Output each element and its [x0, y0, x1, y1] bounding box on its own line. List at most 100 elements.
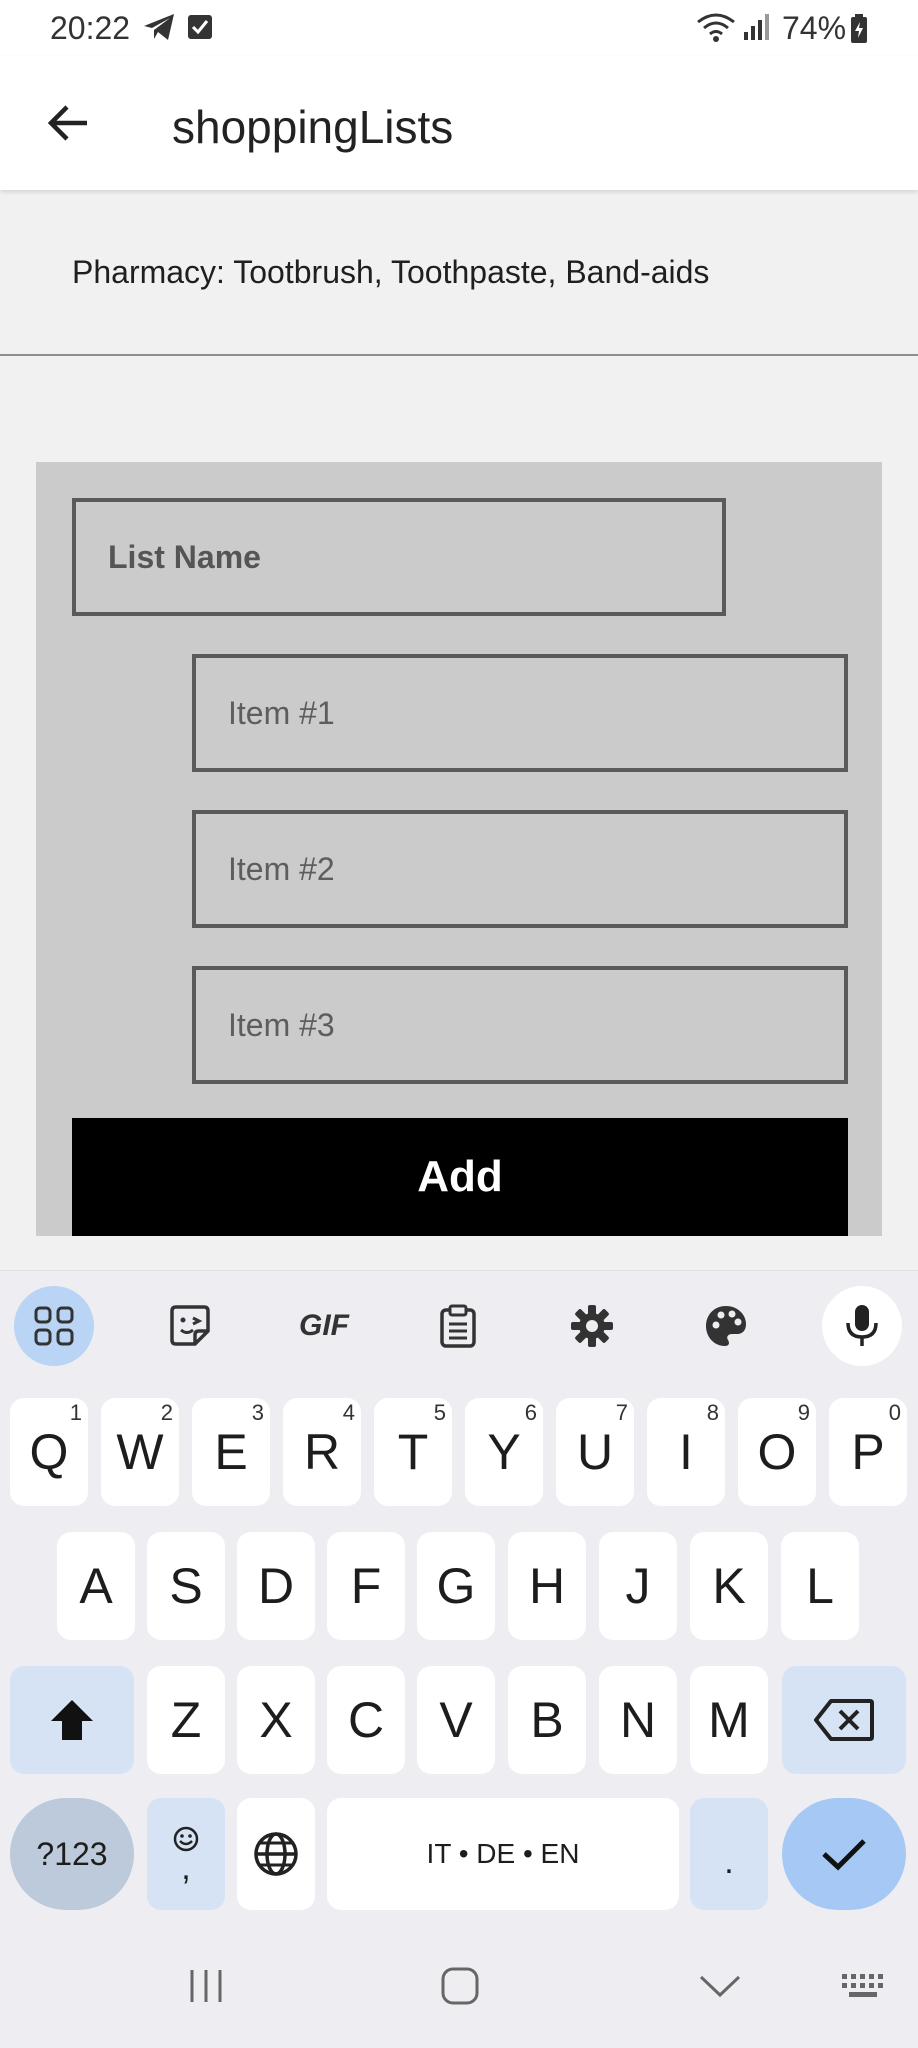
done-key[interactable] — [782, 1798, 906, 1910]
theme-button[interactable] — [686, 1286, 766, 1366]
mic-icon — [846, 1305, 878, 1346]
sticker-icon — [170, 1305, 210, 1346]
gif-button[interactable]: GIF — [284, 1286, 364, 1366]
recents-button[interactable] — [176, 1956, 236, 2016]
palette-icon — [706, 1306, 746, 1346]
key-hint: 2 — [160, 1400, 173, 1425]
add-button[interactable]: Add — [72, 1118, 848, 1236]
gear-icon — [571, 1305, 613, 1347]
new-list-form: Add — [36, 462, 882, 1236]
key-o[interactable]: O9 — [738, 1398, 816, 1506]
key-label: R — [303, 1424, 341, 1480]
clipboard-icon — [440, 1304, 476, 1348]
shift-key[interactable] — [10, 1666, 134, 1774]
status-bar: 20:22 74% — [0, 0, 918, 56]
key-a[interactable]: A — [57, 1532, 135, 1640]
key-label: U — [576, 1424, 614, 1480]
key-label: I — [679, 1424, 693, 1480]
key-label: W — [116, 1424, 164, 1480]
signal-icon — [742, 12, 774, 47]
language-key[interactable] — [237, 1798, 315, 1910]
status-time: 20:22 — [50, 10, 131, 46]
backspace-key[interactable] — [782, 1666, 906, 1774]
hide-keyboard-button[interactable] — [690, 1956, 750, 2016]
check-icon — [822, 1839, 866, 1871]
key-label: Q — [29, 1424, 69, 1480]
key-label: P — [851, 1424, 885, 1480]
key-x[interactable]: X — [237, 1666, 315, 1774]
home-button[interactable] — [430, 1956, 490, 2016]
key-v[interactable]: V — [417, 1666, 495, 1774]
app-bar: shoppingLists — [0, 56, 918, 190]
list-name-input[interactable] — [72, 498, 726, 616]
telegram-icon — [142, 12, 176, 47]
arrow-left-icon — [47, 105, 87, 141]
key-label: O — [757, 1424, 797, 1480]
key-hint: 6 — [524, 1400, 537, 1425]
key-hint: 3 — [251, 1400, 264, 1425]
symbols-key[interactable]: ?123 — [10, 1798, 134, 1910]
key-y[interactable]: Y6 — [465, 1398, 543, 1506]
space-bar[interactable]: IT • DE • EN — [327, 1798, 679, 1910]
key-j[interactable]: J — [599, 1532, 677, 1640]
recents-icon — [190, 1970, 222, 2002]
checkbox-icon — [186, 12, 214, 47]
key-label: T — [397, 1424, 429, 1480]
period-key[interactable]: . — [690, 1798, 768, 1910]
keyboard — [0, 1270, 918, 2048]
comma-label: , — [181, 1849, 191, 1887]
apps-grid-button[interactable] — [14, 1286, 94, 1366]
key-k[interactable]: K — [690, 1532, 768, 1640]
key-i[interactable]: I8 — [647, 1398, 725, 1506]
key-w[interactable]: W2 — [101, 1398, 179, 1506]
key-z[interactable]: Z — [147, 1666, 225, 1774]
key-t[interactable]: T5 — [374, 1398, 452, 1506]
page-title: shoppingLists — [172, 101, 454, 153]
back-chevron-icon — [699, 1975, 741, 1998]
key-hint: 0 — [888, 1400, 901, 1425]
key-n[interactable]: N — [599, 1666, 677, 1774]
item-2-input[interactable] — [192, 810, 848, 928]
key-label: E — [214, 1424, 248, 1480]
voice-input-button[interactable] — [822, 1286, 902, 1366]
key-s[interactable]: S — [147, 1532, 225, 1640]
sticker-button[interactable] — [150, 1286, 230, 1366]
key-f[interactable]: F — [327, 1532, 405, 1640]
key-e[interactable]: E3 — [192, 1398, 270, 1506]
key-hint: 9 — [797, 1400, 810, 1425]
emoji-comma-key[interactable]: , — [147, 1798, 225, 1910]
keyboard-icon — [842, 1974, 883, 1997]
key-p[interactable]: P0 — [829, 1398, 907, 1506]
key-u[interactable]: U7 — [556, 1398, 634, 1506]
key-hint: 1 — [69, 1400, 82, 1425]
globe-icon — [254, 1832, 298, 1876]
key-hint: 7 — [615, 1400, 628, 1425]
backspace-icon — [814, 1699, 874, 1741]
shift-icon — [51, 1700, 93, 1740]
key-l[interactable]: L — [781, 1532, 859, 1640]
key-hint: 8 — [706, 1400, 719, 1425]
clipboard-button[interactable] — [418, 1286, 498, 1366]
key-d[interactable]: D — [237, 1532, 315, 1640]
key-hint: 4 — [342, 1400, 355, 1425]
key-hint: 5 — [433, 1400, 446, 1425]
item-1-input[interactable] — [192, 654, 848, 772]
battery-percent: 74% — [782, 10, 847, 46]
list-item[interactable]: Pharmacy: Tootbrush, Toothpaste, Band-ai… — [0, 192, 918, 356]
apps-grid-icon — [34, 1306, 74, 1346]
home-icon — [441, 1967, 479, 2005]
key-q[interactable]: Q1 — [10, 1398, 88, 1506]
wifi-icon — [696, 12, 736, 47]
keyboard-switch-button[interactable] — [834, 1956, 894, 2016]
battery-icon — [850, 14, 868, 49]
key-g[interactable]: G — [417, 1532, 495, 1640]
item-3-input[interactable] — [192, 966, 848, 1084]
key-label: Y — [487, 1424, 521, 1480]
key-h[interactable]: H — [508, 1532, 586, 1640]
key-b[interactable]: B — [508, 1666, 586, 1774]
back-button[interactable] — [36, 92, 98, 154]
key-r[interactable]: R4 — [283, 1398, 361, 1506]
key-c[interactable]: C — [327, 1666, 405, 1774]
settings-button[interactable] — [552, 1286, 632, 1366]
key-m[interactable]: M — [690, 1666, 768, 1774]
